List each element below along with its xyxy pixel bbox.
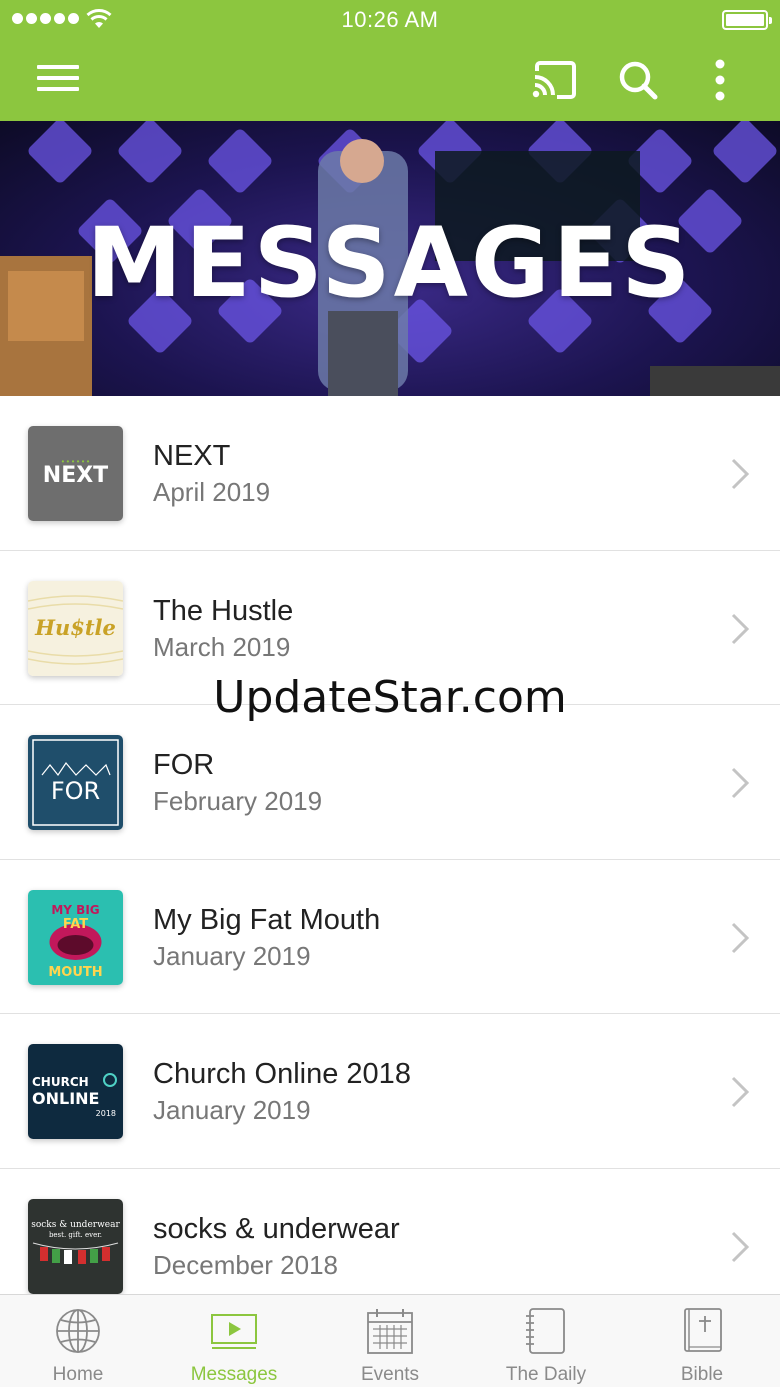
notebook-icon [526, 1308, 565, 1354]
bottom-tab-bar: Home Messages Events The Daily Bible [0, 1294, 780, 1387]
chevron-right-icon [731, 922, 750, 953]
status-bar: 10:26 AM [0, 0, 780, 40]
more-vertical-icon [715, 59, 725, 101]
tab-label: The Daily [505, 1364, 587, 1385]
series-thumbnail-hustle: Hu$tle [28, 580, 123, 676]
cast-icon [532, 61, 576, 99]
tab-bible[interactable]: Bible [624, 1295, 780, 1387]
message-date: December 2018 [153, 1249, 338, 1280]
message-title: My Big Fat Mouth [153, 903, 381, 936]
search-icon [619, 61, 658, 100]
message-title: FOR [153, 749, 215, 781]
thumb-text: Hu$tle [34, 615, 116, 640]
cast-button[interactable] [528, 56, 580, 104]
calendar-icon [367, 1309, 413, 1354]
series-thumbnail-for: FOR [28, 735, 123, 830]
hero-banner: MESSAGES [0, 121, 780, 396]
message-date: January 2019 [153, 940, 311, 971]
message-date: March 2019 [153, 631, 291, 662]
message-item-my-big-fat-mouth[interactable]: MY BIG FAT MOUTH My Big Fat Mouth Januar… [0, 860, 780, 1014]
thumb-text: FOR [51, 777, 100, 805]
series-thumbnail-my-big-fat-mouth: MY BIG FAT MOUTH [28, 889, 123, 985]
series-thumbnail-next: NEXT • • • • • • [28, 426, 123, 521]
globe-icon [56, 1309, 100, 1353]
message-title: Church Online 2018 [153, 1058, 411, 1090]
watermark-text: UpdateStar.com [213, 672, 567, 723]
message-title: NEXT [153, 440, 231, 472]
hamburger-menu-icon [37, 65, 79, 91]
tab-the-daily[interactable]: The Daily [468, 1295, 624, 1387]
chevron-right-icon [731, 1076, 750, 1108]
tab-home[interactable]: Home [0, 1295, 156, 1387]
chevron-right-icon [731, 767, 750, 799]
thumb-text-line1: MY BIG [51, 903, 99, 917]
status-time: 10:26 AM [341, 7, 439, 32]
more-options-button[interactable] [700, 54, 740, 106]
messages-list: NEXT • • • • • • NEXT April 2019 Hu$tle … [0, 396, 780, 1294]
message-title: socks & underwear [153, 1212, 400, 1245]
thumb-text-line1: socks & underwear [31, 1220, 120, 1230]
thumb-text: NEXT [43, 463, 108, 488]
chevron-right-icon [731, 613, 750, 644]
series-thumbnail-socks: socks & underwear best. gift. ever. [28, 1198, 123, 1294]
tab-label: Bible [680, 1364, 724, 1385]
search-button[interactable] [614, 56, 662, 104]
thumb-text-line3: 2018 [96, 1109, 116, 1118]
chevron-right-icon [731, 1231, 750, 1262]
thumb-text-line3: MOUTH [48, 965, 102, 980]
video-play-icon [211, 1314, 257, 1349]
message-date: January 2019 [153, 1095, 311, 1125]
thumb-text-line2: ONLINE [32, 1089, 99, 1108]
message-date: February 2019 [153, 786, 323, 816]
battery-icon [722, 10, 772, 30]
message-item-for[interactable]: FOR FOR February 2019 [0, 705, 780, 860]
hero-title: MESSAGES [86, 207, 694, 319]
svg-text:• • • • • •: • • • • • • [62, 457, 90, 466]
message-item-next[interactable]: NEXT • • • • • • NEXT April 2019 [0, 396, 780, 551]
chevron-right-icon [731, 458, 750, 490]
tab-label: Home [52, 1364, 104, 1385]
thumb-text-line1: CHURCH [32, 1075, 89, 1089]
tab-label: Messages [190, 1364, 278, 1385]
menu-button[interactable] [30, 54, 88, 102]
message-item-church-online-2018[interactable]: CHURCH ONLINE 2018 Church Online 2018 Ja… [0, 1014, 780, 1169]
thumb-text-line2: best. gift. ever. [49, 1231, 102, 1239]
bible-icon [684, 1308, 722, 1352]
tab-messages[interactable]: Messages [156, 1295, 312, 1387]
message-date: April 2019 [153, 477, 271, 507]
message-title: The Hustle [153, 594, 294, 627]
message-item-socks-and-underwear[interactable]: socks & underwear best. gift. ever. sock… [0, 1169, 780, 1295]
tab-events[interactable]: Events [312, 1295, 468, 1387]
series-thumbnail-church-online: CHURCH ONLINE 2018 [28, 1044, 123, 1139]
thumb-text-line2: FAT [63, 917, 88, 932]
tab-label: Events [360, 1364, 420, 1385]
top-bar: 10:26 AM [0, 0, 780, 121]
